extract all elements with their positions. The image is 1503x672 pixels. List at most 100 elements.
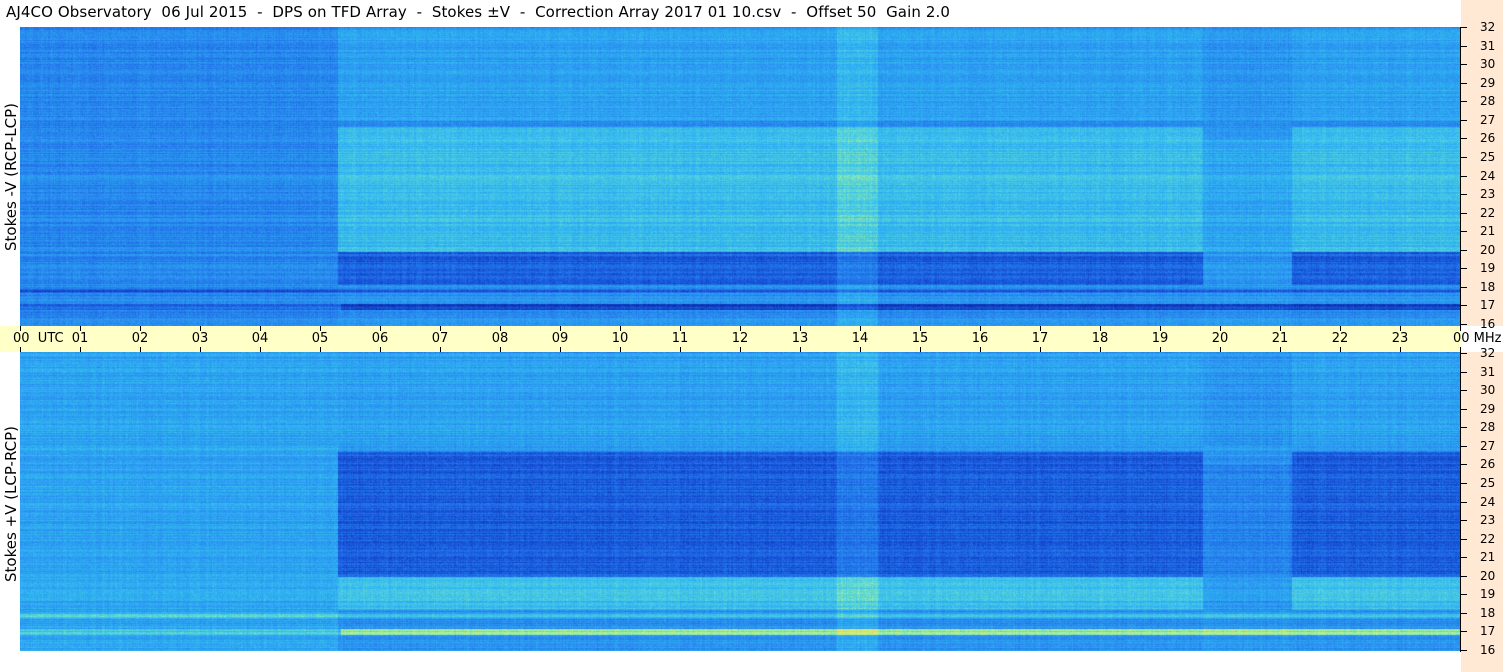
freq-tick-label: 24 — [1480, 494, 1496, 509]
time-tick — [620, 347, 621, 352]
time-tick — [1160, 347, 1161, 352]
time-tick-label: 05 — [311, 331, 329, 346]
freq-tick-label: 20 — [1480, 242, 1496, 257]
freq-tick-label: 17 — [1480, 624, 1496, 639]
time-tick — [1100, 347, 1101, 352]
freq-tick — [1461, 268, 1467, 270]
freq-tick — [1461, 286, 1467, 288]
freq-tick — [1461, 612, 1467, 614]
spectrogram-bottom — [20, 352, 1460, 651]
freq-tick-label: 26 — [1480, 131, 1496, 146]
freq-tick-label: 26 — [1480, 457, 1496, 472]
time-tick-label: 11 — [671, 331, 689, 346]
freq-tick — [1461, 538, 1467, 540]
freq-tick — [1461, 324, 1467, 325]
time-tick — [200, 347, 201, 352]
freq-tick-label: 16 — [1480, 317, 1496, 331]
freq-tick-label: 17 — [1480, 298, 1496, 313]
time-tick — [140, 347, 141, 352]
freq-tick — [1461, 64, 1467, 66]
time-tick-label: 19 — [1151, 331, 1169, 346]
freq-tick-label: 18 — [1480, 279, 1496, 294]
time-tick-label: 02 — [131, 331, 149, 346]
freq-tick — [1461, 520, 1467, 522]
freq-tick-label: 30 — [1480, 57, 1496, 72]
freq-tick — [1461, 650, 1467, 651]
freq-tick-label: 27 — [1480, 112, 1496, 127]
time-tick-label: 06 — [371, 331, 389, 346]
freq-tick — [1461, 464, 1467, 466]
time-tick-label: 09 — [551, 331, 569, 346]
time-tick — [320, 347, 321, 352]
freq-tick — [1461, 594, 1467, 596]
time-tick — [500, 347, 501, 352]
time-tick-label: 00 UTC — [13, 331, 64, 346]
time-tick — [380, 347, 381, 352]
freq-tick-label: 23 — [1480, 513, 1496, 528]
freq-tick-label: 29 — [1480, 401, 1496, 416]
spectrogram-top — [20, 27, 1460, 326]
freq-tick-label: 24 — [1480, 168, 1496, 183]
time-tick-label: 22 — [1331, 331, 1349, 346]
freq-tick — [1461, 45, 1467, 47]
frequency-scale-top: 16 17 18 19 20 21 22 23 24 25 26 27 28 29 30 31 32 — [1461, 0, 1503, 330]
freq-tick-label: 32 — [1480, 346, 1496, 360]
time-tick — [1040, 347, 1041, 352]
time-tick-label: 01 — [71, 331, 89, 346]
freq-tick-label: 31 — [1480, 38, 1496, 53]
time-tick — [860, 347, 861, 352]
freq-tick — [1461, 27, 1467, 28]
freq-tick — [1461, 175, 1467, 177]
time-tick — [1280, 347, 1281, 352]
freq-tick-label: 19 — [1480, 587, 1496, 602]
freq-tick — [1461, 138, 1467, 140]
freq-tick — [1461, 119, 1467, 121]
freq-tick-label: 25 — [1480, 149, 1496, 164]
freq-tick — [1461, 371, 1467, 373]
time-tick — [980, 347, 981, 352]
freq-tick — [1461, 249, 1467, 251]
spectrogram-bottom-canvas — [20, 352, 1460, 651]
freq-tick-label: 32 — [1480, 20, 1496, 34]
time-tick-label: 18 — [1091, 331, 1109, 346]
utc-time-axis: 00 UTC 01 02 03 04 05 06 07 08 09 10 11 12 13 14 15 16 17… — [0, 326, 1502, 352]
time-tick-label: 16 — [971, 331, 989, 346]
spectrogram-top-canvas — [20, 27, 1460, 326]
freq-tick — [1461, 305, 1467, 307]
time-tick-label: 13 — [791, 331, 809, 346]
time-tick — [1220, 347, 1221, 352]
time-tick-label: 12 — [731, 331, 749, 346]
freq-tick — [1461, 557, 1467, 559]
time-tick — [920, 347, 921, 352]
time-tick-label: 04 — [251, 331, 269, 346]
freq-tick-label: 27 — [1480, 438, 1496, 453]
freq-tick — [1461, 408, 1467, 410]
freq-tick-label: 22 — [1480, 531, 1496, 546]
freq-tick-label: 19 — [1480, 261, 1496, 276]
freq-tick-label: 21 — [1480, 224, 1496, 239]
time-tick — [800, 347, 801, 352]
freq-tick — [1461, 212, 1467, 214]
time-tick — [80, 347, 81, 352]
freq-tick — [1461, 501, 1467, 503]
time-tick-label: 08 — [491, 331, 509, 346]
freq-tick-label: 23 — [1480, 187, 1496, 202]
freq-tick — [1461, 82, 1467, 84]
time-tick — [1340, 347, 1341, 352]
time-tick — [560, 347, 561, 352]
time-tick-label: 20 — [1211, 331, 1229, 346]
time-tick-label: 17 — [1031, 331, 1049, 346]
freq-tick-label: 31 — [1480, 364, 1496, 379]
freq-tick — [1461, 101, 1467, 103]
freq-tick-label: 28 — [1480, 94, 1496, 109]
freq-tick-label: 25 — [1480, 475, 1496, 490]
time-tick — [1400, 347, 1401, 352]
time-tick — [260, 347, 261, 352]
y-axis-label-bottom: Stokes +V (LCP-RCP) — [2, 426, 20, 582]
freq-tick-label: 29 — [1480, 75, 1496, 90]
chart-title: AJ4CO Observatory 06 Jul 2015 - DPS on T… — [6, 3, 951, 21]
freq-tick — [1461, 390, 1467, 392]
time-tick — [740, 347, 741, 352]
freq-tick-label: 28 — [1480, 420, 1496, 435]
time-tick — [20, 347, 21, 352]
